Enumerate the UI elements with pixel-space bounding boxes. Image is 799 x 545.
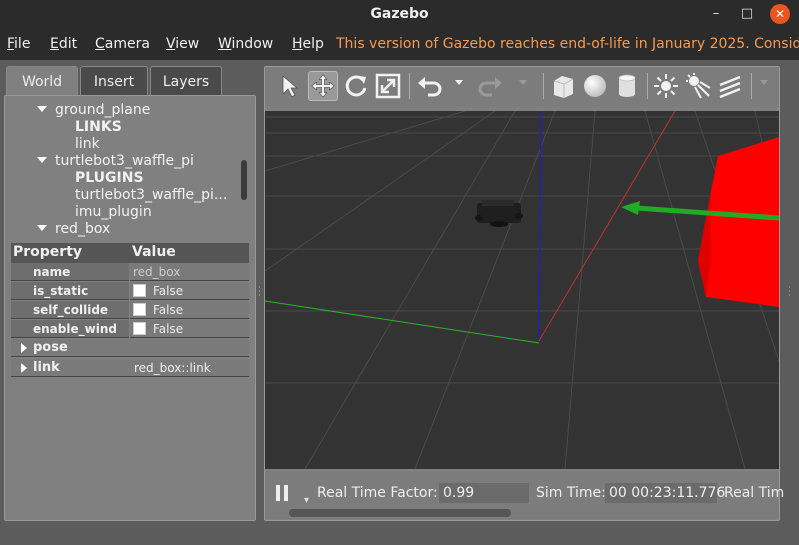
world-panel: ground_plane LINKS link turtlebot3_waffl… [4,95,256,521]
property-name: name [11,263,129,281]
tree-item-ground-plane[interactable]: ground_plane [37,102,150,118]
undo-dropdown-icon[interactable] [455,80,463,85]
menu-window[interactable]: Window [218,36,273,52]
real-time-factor-value: 0.99 [439,483,529,503]
menu-bar: File Edit Camera View Window Help This v… [0,30,799,60]
property-value-name[interactable]: red_box [130,263,249,281]
gazebo-window: Gazebo – □ ✕ File Edit Camera View Windo… [0,0,799,545]
property-value-is-static[interactable]: False [130,282,249,300]
status-scrollbar[interactable] [289,509,511,517]
spot-light-icon[interactable] [683,71,713,101]
rotate-icon[interactable] [341,71,371,101]
menu-file[interactable]: File [7,36,30,52]
self-collide-checkbox[interactable] [133,303,146,316]
toolbar-separator [543,73,544,99]
pause-icon[interactable] [276,485,292,505]
header-value: Value [132,244,176,260]
tree-item-imu-plugin[interactable]: imu_plugin [75,204,152,220]
undo-icon[interactable] [414,71,444,101]
scene-area: ▾ Real Time Factor: 0.99 Sim Time: 00 00… [264,66,784,521]
status-bar: ▾ Real Time Factor: 0.99 Sim Time: 00 00… [265,471,784,519]
expand-arrow-icon[interactable] [37,106,47,112]
tab-layers[interactable]: Layers [150,66,222,96]
y-axis-line [265,300,540,344]
property-group-link[interactable]: link red_box::link [11,359,249,377]
redo-icon[interactable] [476,71,506,101]
tab-world[interactable]: World [6,66,78,96]
minimize-button[interactable]: – [706,4,726,24]
tab-insert[interactable]: Insert [80,66,148,96]
property-name: is_static [11,282,129,300]
toolbar-separator [751,73,752,99]
expand-arrow-icon[interactable] [21,343,27,353]
translate-icon[interactable] [308,71,338,101]
menu-help[interactable]: Help [292,36,324,52]
expand-arrow-icon[interactable] [37,157,47,163]
bottom-strip [0,521,799,545]
toolbar-separator [409,73,410,99]
property-header: Property Value [11,243,249,263]
property-row-name: name red_box [11,263,249,281]
left-panel: World Insert Layers ground_plane LINKS l… [4,66,256,521]
real-time-factor-label: Real Time Factor: [317,485,438,501]
point-light-icon[interactable] [651,71,681,101]
directional-light-icon[interactable] [715,71,745,101]
property-row-self-collide: self_collide False [11,301,249,319]
x-axis-line [538,111,676,342]
eol-notice: This version of Gazebo reaches end-of-li… [336,36,799,52]
tree-item-links[interactable]: LINKS [75,119,122,135]
close-button[interactable]: ✕ [770,4,790,24]
property-value-self-collide[interactable]: False [130,301,249,319]
sim-time-value: 00 00:23:11.776 [605,483,725,503]
red-box-model[interactable] [698,137,779,307]
window-title: Gazebo [370,6,429,22]
select-arrow-icon[interactable] [275,71,305,101]
tree-item-plugin[interactable]: turtlebot3_waffle_pi... [75,187,227,203]
turtlebot-model[interactable] [475,200,523,227]
cylinder-shape-icon[interactable] [612,71,642,101]
menu-view[interactable]: View [166,36,199,52]
box-shape-icon[interactable] [548,71,578,101]
sim-time-label: Sim Time: [536,485,606,501]
tree-scrollbar[interactable] [241,160,247,200]
toolbar-overflow-icon[interactable] [760,80,768,85]
redo-dropdown-icon[interactable] [519,80,527,85]
sphere-shape-icon[interactable] [580,71,610,101]
3d-viewport[interactable] [265,111,779,469]
scale-icon[interactable] [373,71,403,101]
property-group-pose[interactable]: pose [11,339,249,357]
real-time-label: Real Tim [724,485,785,501]
expand-arrow-icon[interactable] [21,363,27,373]
menu-edit[interactable]: Edit [50,36,77,52]
z-axis-line [538,111,542,342]
panel-splitter[interactable]: · · · [258,284,261,301]
header-property: Property [13,244,83,260]
is-static-checkbox[interactable] [133,284,146,297]
maximize-button[interactable]: □ [737,4,757,24]
step-dropdown-icon[interactable]: ▾ [304,495,309,506]
tree-item-plugins[interactable]: PLUGINS [75,170,144,186]
property-row-enable-wind: enable_wind False [11,320,249,338]
toolbar-separator [647,73,648,99]
property-name: self_collide [11,301,129,319]
model-tree: ground_plane LINKS link turtlebot3_waffl… [5,102,245,242]
menu-camera[interactable]: Camera [95,36,150,52]
tree-item-link[interactable]: link [75,136,100,152]
property-row-is-static: is_static False [11,282,249,300]
expand-arrow-icon[interactable] [37,225,47,231]
tree-item-red-box[interactable]: red_box [37,221,110,237]
toolbar [265,67,779,107]
scene-render[interactable] [265,111,779,469]
property-value-enable-wind[interactable]: False [130,320,249,338]
property-name: enable_wind [11,320,129,338]
title-bar: Gazebo – □ ✕ [0,0,799,30]
ground-grid [265,111,779,469]
tree-item-turtlebot[interactable]: turtlebot3_waffle_pi [37,153,194,169]
panel-splitter-right[interactable]: · · · [788,284,791,301]
enable-wind-checkbox[interactable] [133,322,146,335]
